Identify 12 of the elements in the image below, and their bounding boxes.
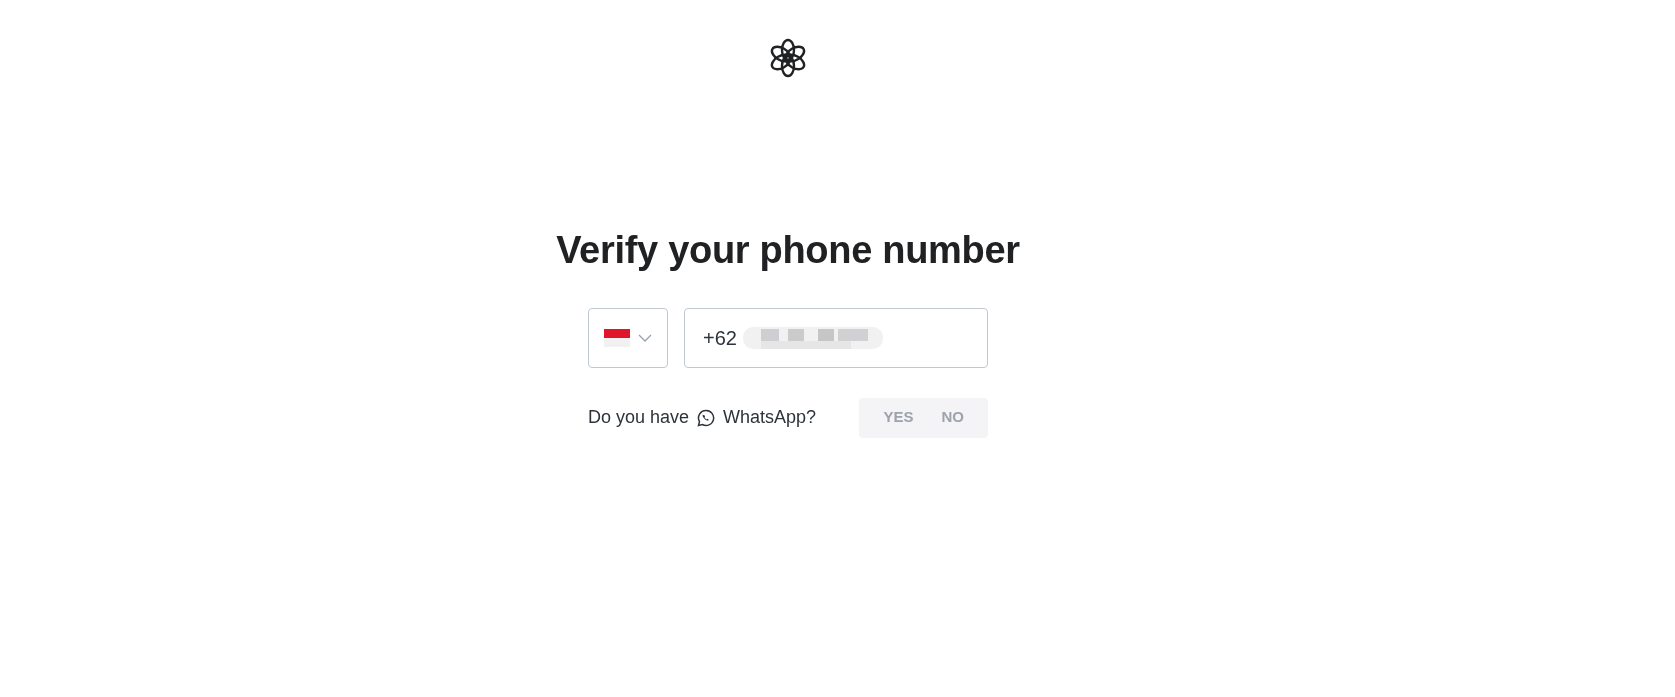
- whatsapp-icon: [697, 408, 716, 427]
- country-select[interactable]: [588, 307, 668, 368]
- logo-icon: [768, 38, 808, 78]
- option-button[interactable]: YES: [869, 397, 928, 438]
- question-text: Do you have: [588, 406, 690, 430]
- flag-icon: [604, 328, 630, 347]
- whatsapp-label: WhatsApp?: [723, 406, 817, 430]
- phone-input-field[interactable]: +62: [684, 307, 988, 368]
- option-button[interactable]: NO: [927, 397, 978, 438]
- page-title: Verify your phone number: [556, 228, 1020, 273]
- phone-value: +62: [703, 325, 737, 351]
- chevron-down-icon: [638, 333, 652, 342]
